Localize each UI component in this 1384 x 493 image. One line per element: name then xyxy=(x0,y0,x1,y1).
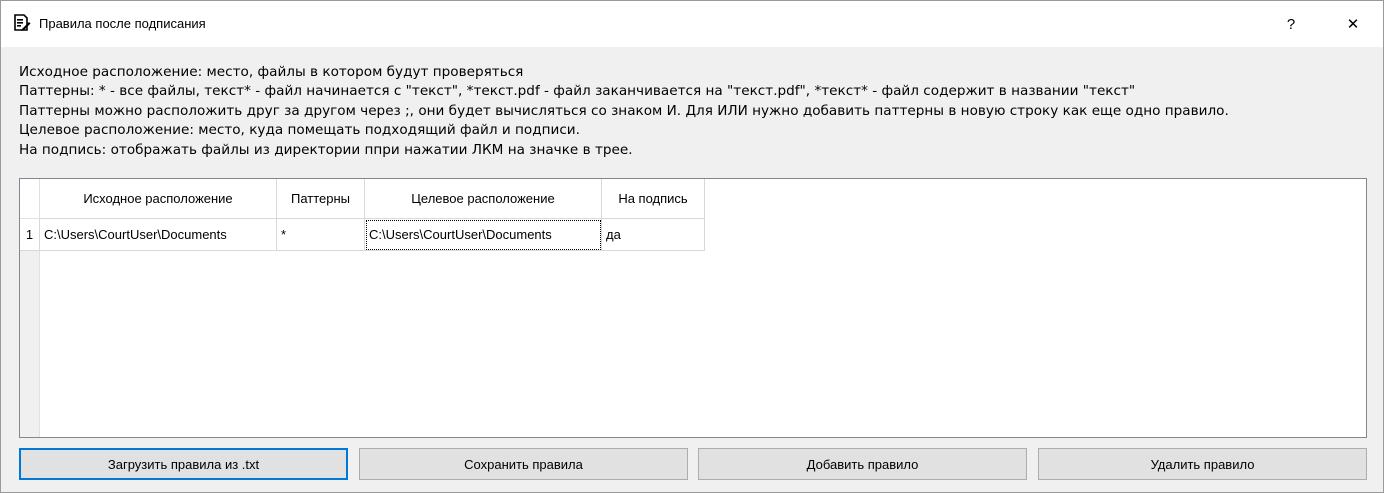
description-line: Паттерны можно расположить друг за друго… xyxy=(19,102,1229,119)
add-rule-button[interactable]: Добавить правило xyxy=(698,448,1027,480)
title-bar[interactable]: Правила после подписания ? ✕ xyxy=(1,1,1383,47)
description-line: Целевое расположение: место, куда помеща… xyxy=(19,122,580,139)
description-line: Паттерны: * - все файлы, текст* - файл н… xyxy=(19,83,1136,100)
column-header-patterns[interactable]: Паттерны xyxy=(277,179,365,219)
help-button[interactable]: ? xyxy=(1268,1,1314,47)
load-rules-button[interactable]: Загрузить правила из .txt xyxy=(19,448,348,480)
column-header-source[interactable]: Исходное расположение xyxy=(40,179,277,219)
cell-source[interactable]: C:\Users\CourtUser\Documents xyxy=(40,219,277,251)
cell-to-sign[interactable]: да xyxy=(602,219,705,251)
window-title: Правила после подписания xyxy=(39,16,206,31)
save-rules-button[interactable]: Сохранить правила xyxy=(359,448,688,480)
column-header-target[interactable]: Целевое расположение xyxy=(365,179,602,219)
cell-target[interactable]: C:\Users\CourtUser\Documents xyxy=(365,219,602,251)
rules-table[interactable]: Исходное расположение Паттерны Целевое р… xyxy=(19,178,1367,438)
close-icon: ✕ xyxy=(1346,16,1360,33)
close-button[interactable]: ✕ xyxy=(1330,1,1376,47)
description-line: На подпись: отображать файлы из директор… xyxy=(19,141,633,158)
help-icon: ? xyxy=(1286,15,1296,33)
rules-description: Исходное расположение: место, файлы в ко… xyxy=(19,63,1379,160)
cell-patterns[interactable]: * xyxy=(277,219,365,251)
row-header-strip xyxy=(20,219,40,437)
column-header-to-sign[interactable]: На подпись xyxy=(602,179,705,219)
rules-dialog: Правила после подписания ? ✕ Исходное ра… xyxy=(0,0,1384,493)
table-corner[interactable] xyxy=(20,179,40,219)
document-signature-icon xyxy=(14,14,31,31)
row-header-1[interactable]: 1 xyxy=(20,219,40,251)
delete-rule-button[interactable]: Удалить правило xyxy=(1038,448,1367,480)
description-line: Исходное расположение: место, файлы в ко… xyxy=(19,64,524,80)
